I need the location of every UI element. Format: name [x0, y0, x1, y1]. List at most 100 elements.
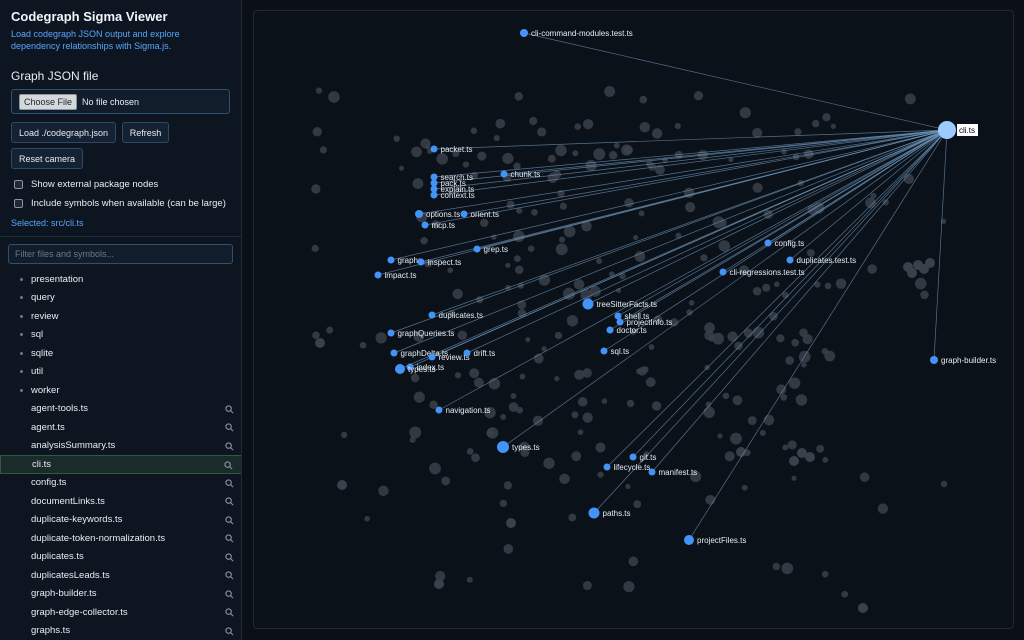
graph-node[interactable]	[786, 256, 794, 264]
graph-node[interactable]	[463, 349, 471, 357]
graph-node[interactable]	[430, 179, 438, 187]
search-icon[interactable]	[225, 515, 234, 525]
dim-node	[527, 245, 535, 252]
symbols-checkbox[interactable]	[14, 199, 23, 208]
search-icon[interactable]	[225, 441, 234, 451]
graph-svg[interactable]: cli-command-modules.test.ts packet.ts chun…	[254, 11, 1014, 629]
tree-folder[interactable]: util	[0, 363, 241, 382]
dim-node	[555, 243, 568, 256]
search-icon[interactable]	[224, 461, 233, 470]
selected-node[interactable]	[938, 121, 956, 139]
search-icon[interactable]	[225, 497, 234, 506]
dim-node	[519, 373, 526, 380]
search-icon[interactable]	[225, 589, 234, 599]
tree-file[interactable]: duplicatesLeads.ts	[0, 566, 241, 585]
tree-file[interactable]: duplicates.ts	[0, 548, 241, 567]
graph-node[interactable]	[421, 221, 429, 229]
refresh-button[interactable]: Refresh	[122, 122, 169, 143]
graph-node[interactable]	[614, 312, 622, 320]
search-icon[interactable]	[225, 626, 234, 636]
dim-node	[940, 480, 948, 488]
tree-folder[interactable]: worker	[0, 381, 241, 400]
graph-node[interactable]	[588, 507, 600, 519]
graph-node[interactable]	[395, 364, 405, 374]
dim-node	[572, 150, 579, 157]
search-icon[interactable]	[225, 608, 234, 617]
dim-node	[811, 119, 820, 128]
graph-node[interactable]	[629, 453, 637, 461]
tree-file[interactable]: graph-edge-collector.ts	[0, 603, 241, 622]
graph-node[interactable]	[374, 271, 382, 279]
filter-input[interactable]	[8, 244, 233, 264]
dim-node	[514, 265, 524, 275]
tree-folder[interactable]: presentation	[0, 270, 241, 289]
graph-node[interactable]	[719, 268, 727, 276]
dim-node	[529, 116, 538, 126]
tree-folder[interactable]: sql	[0, 326, 241, 345]
graph-node[interactable]	[684, 535, 694, 545]
graph-node[interactable]	[616, 318, 624, 326]
graph-node[interactable]	[648, 468, 656, 476]
graph-node[interactable]	[497, 441, 509, 453]
dim-node	[732, 395, 743, 406]
tree-file[interactable]: graphs.ts	[0, 622, 241, 640]
graph-node[interactable]	[764, 239, 772, 247]
graph-node[interactable]	[430, 145, 438, 153]
load-json-button[interactable]: Load ./codegraph.json	[11, 122, 116, 143]
tree-file[interactable]: agent-tools.ts	[0, 400, 241, 419]
symbols-option[interactable]: Include symbols when available (can be l…	[14, 198, 226, 209]
search-icon[interactable]	[225, 534, 234, 543]
external-nodes-checkbox[interactable]	[14, 180, 23, 189]
graph-node[interactable]	[387, 329, 395, 337]
graph-node[interactable]	[606, 326, 614, 334]
graph-node[interactable]	[417, 258, 425, 266]
tree-file[interactable]: duplicate-token-normalization.ts	[0, 529, 241, 548]
tree-file[interactable]: graph-builder.ts	[0, 585, 241, 604]
dim-node	[623, 581, 635, 593]
tree-file-label: graph-edge-collector.ts	[31, 606, 128, 618]
dim-node	[727, 331, 738, 342]
tree-file[interactable]: documentLinks.ts	[0, 492, 241, 511]
folder-bullet-icon	[20, 370, 23, 374]
tree-file[interactable]: config.ts	[0, 474, 241, 493]
graph-node[interactable]	[473, 245, 481, 253]
graph-node[interactable]	[435, 406, 443, 414]
graph-node[interactable]	[415, 210, 423, 218]
search-icon[interactable]	[225, 478, 234, 488]
graph-node[interactable]	[930, 356, 938, 364]
graph-canvas[interactable]: cli-command-modules.test.ts packet.ts chun…	[253, 10, 1014, 629]
dim-node	[340, 431, 348, 439]
tree-file[interactable]: cli.ts	[0, 455, 241, 474]
search-icon[interactable]	[225, 552, 234, 562]
dim-node	[882, 199, 889, 206]
external-nodes-option[interactable]: Show external package nodes	[14, 179, 158, 190]
file-input[interactable]: Choose File No file chosen	[11, 89, 230, 114]
graph-node[interactable]	[582, 298, 594, 310]
sidebar-scrollbar[interactable]	[241, 0, 242, 640]
graph-node[interactable]	[387, 256, 395, 264]
choose-file-button[interactable]: Choose File	[19, 93, 78, 110]
tree-folder[interactable]: query	[0, 289, 241, 308]
graph-node[interactable]	[460, 210, 468, 218]
graph-node[interactable]	[430, 185, 438, 193]
search-icon[interactable]	[225, 571, 234, 580]
graph-node[interactable]	[520, 29, 528, 37]
symbols-label: Include symbols when available (can be l…	[31, 198, 226, 209]
search-icon[interactable]	[225, 423, 234, 432]
tree-folder[interactable]: sqlite	[0, 344, 241, 363]
graph-node[interactable]	[430, 173, 438, 181]
graph-node[interactable]	[600, 347, 608, 355]
graph-node[interactable]	[390, 349, 398, 357]
tree-file[interactable]: duplicate-keywords.ts	[0, 511, 241, 530]
graph-node[interactable]	[430, 191, 438, 199]
tree-file[interactable]: analysisSummary.ts	[0, 437, 241, 456]
dim-node	[638, 210, 645, 217]
reset-camera-button[interactable]: Reset camera	[11, 148, 83, 169]
graph-node[interactable]	[603, 463, 611, 471]
tree-folder[interactable]: review	[0, 307, 241, 326]
graph-node[interactable]	[428, 311, 436, 319]
search-icon[interactable]	[225, 404, 234, 414]
graph-node[interactable]	[500, 170, 508, 178]
graph-node[interactable]	[428, 353, 436, 361]
tree-file[interactable]: agent.ts	[0, 418, 241, 437]
